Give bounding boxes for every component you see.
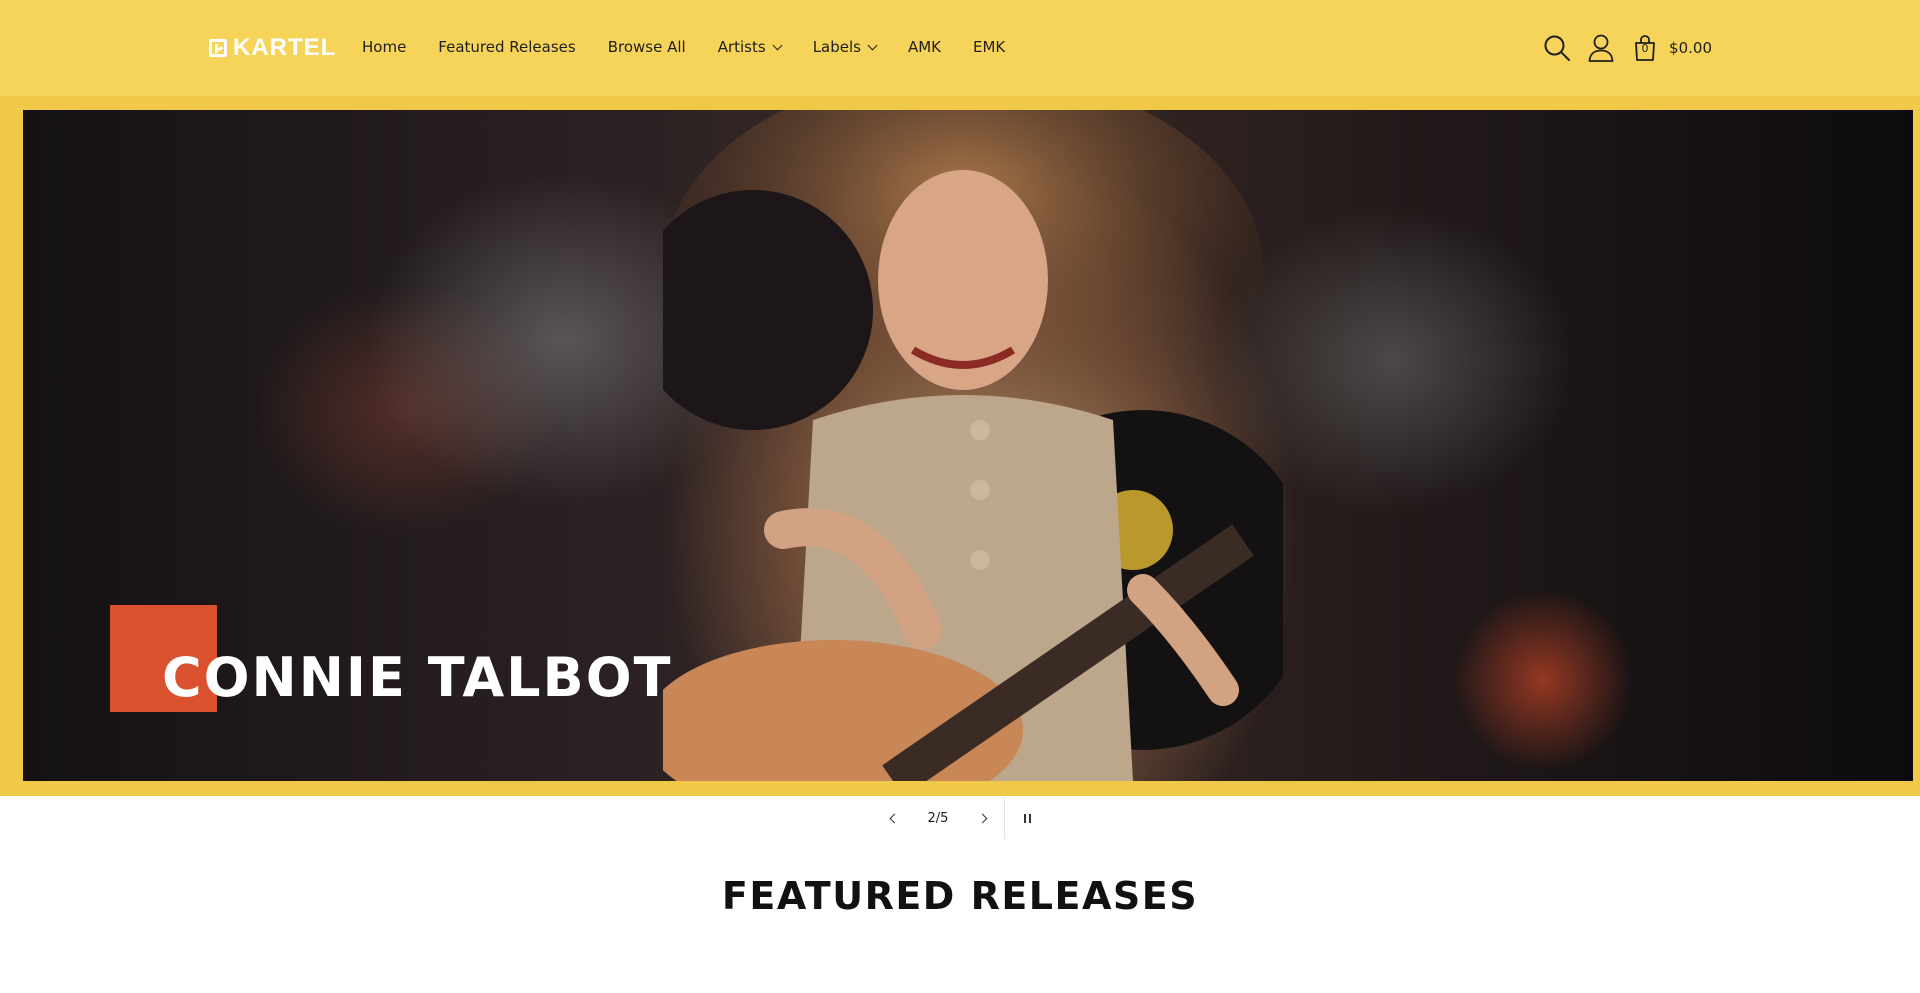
search-icon	[1544, 35, 1571, 61]
account-button[interactable]	[1579, 26, 1623, 70]
nav-item-emk[interactable]: EMK	[973, 38, 1005, 56]
nav-item-labels[interactable]: Labels	[812, 38, 878, 56]
chevron-down-icon	[867, 40, 878, 50]
nav-item-browse-all[interactable]: Browse All	[608, 38, 686, 56]
header-actions: 0 $0.00	[1535, 26, 1712, 70]
chevron-right-icon	[977, 813, 987, 823]
logo-text: KARTEL	[233, 34, 337, 61]
site-header: KARTEL Home Featured Releases Browse All…	[0, 0, 1920, 96]
nav-label: Home	[362, 38, 407, 56]
main-nav: Home Featured Releases Browse All Artist…	[362, 36, 1037, 58]
pause-icon	[1023, 813, 1031, 823]
logo-mark-icon	[209, 39, 227, 57]
slide-counter: 2/5	[927, 810, 949, 826]
nav-label: Labels	[812, 38, 861, 56]
search-button[interactable]	[1535, 26, 1579, 70]
nav-item-home[interactable]: Home	[362, 38, 406, 56]
slider-controls: 2/5	[872, 797, 1049, 839]
nav-item-artists[interactable]: Artists	[717, 38, 783, 56]
nav-item-featured-releases[interactable]: Featured Releases	[438, 38, 575, 56]
cart-total: $0.00	[1669, 39, 1712, 57]
nav-item-amk[interactable]: AMK	[908, 38, 941, 56]
nav-label: AMK	[907, 38, 942, 56]
previous-slide-button[interactable]	[872, 797, 916, 839]
nav-label: Featured Releases	[438, 38, 576, 56]
nav-label: Artists	[717, 38, 766, 56]
chevron-left-icon	[889, 813, 899, 823]
hero-artist-photo	[663, 110, 1283, 781]
hero-title: CONNIE TALBOT	[162, 646, 673, 709]
chevron-down-icon	[772, 40, 783, 50]
nav-label: Browse All	[607, 38, 686, 56]
nav-label: EMK	[973, 38, 1006, 56]
cart-button[interactable]: 0 $0.00	[1623, 26, 1712, 70]
kartel-logo[interactable]: KARTEL	[209, 34, 337, 61]
cart-icon: 0	[1623, 26, 1667, 70]
next-slide-button[interactable]	[960, 797, 1004, 839]
pause-slideshow-button[interactable]	[1005, 797, 1049, 839]
cart-count-badge: 0	[1641, 42, 1649, 55]
account-icon	[1588, 34, 1614, 62]
featured-releases-heading: FEATURED RELEASES	[721, 874, 1199, 918]
